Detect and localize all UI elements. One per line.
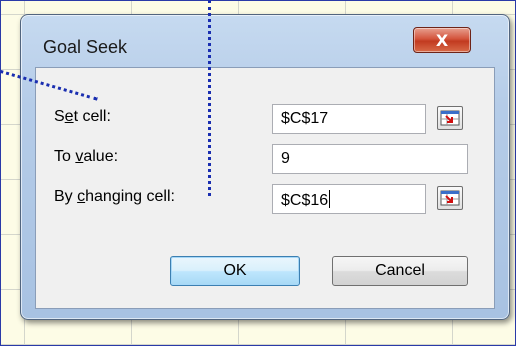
to-value-input[interactable]: 9 (272, 144, 468, 174)
close-button[interactable]: X (413, 27, 471, 53)
cancel-button[interactable]: Cancel (332, 256, 468, 286)
changing-cell-range-picker-button[interactable] (437, 186, 463, 210)
changing-cell-label: By changing cell: (54, 188, 175, 205)
set-cell-input[interactable]: $C$17 (272, 104, 426, 134)
goal-seek-dialog: Goal Seek X Set cell: $C$17 To value: 9 … (20, 14, 510, 320)
set-cell-value: $C$17 (281, 110, 329, 127)
annotation-dotted-line-vertical (208, 0, 211, 196)
collapse-dialog-icon (440, 110, 460, 126)
to-value-label: To value: (54, 148, 119, 165)
set-cell-label: Set cell: (54, 108, 111, 125)
dialog-title: Goal Seek (43, 37, 128, 57)
to-value-value: 9 (281, 150, 290, 167)
ok-button[interactable]: OK (170, 256, 300, 286)
collapse-dialog-icon (440, 190, 460, 206)
changing-cell-value: $C$16 (281, 190, 331, 209)
dialog-body: Set cell: $C$17 To value: 9 By changing … (35, 67, 495, 309)
changing-cell-input[interactable]: $C$16 (272, 184, 426, 214)
text-caret (329, 190, 331, 208)
close-icon: X (435, 30, 449, 50)
set-cell-range-picker-button[interactable] (437, 106, 463, 130)
